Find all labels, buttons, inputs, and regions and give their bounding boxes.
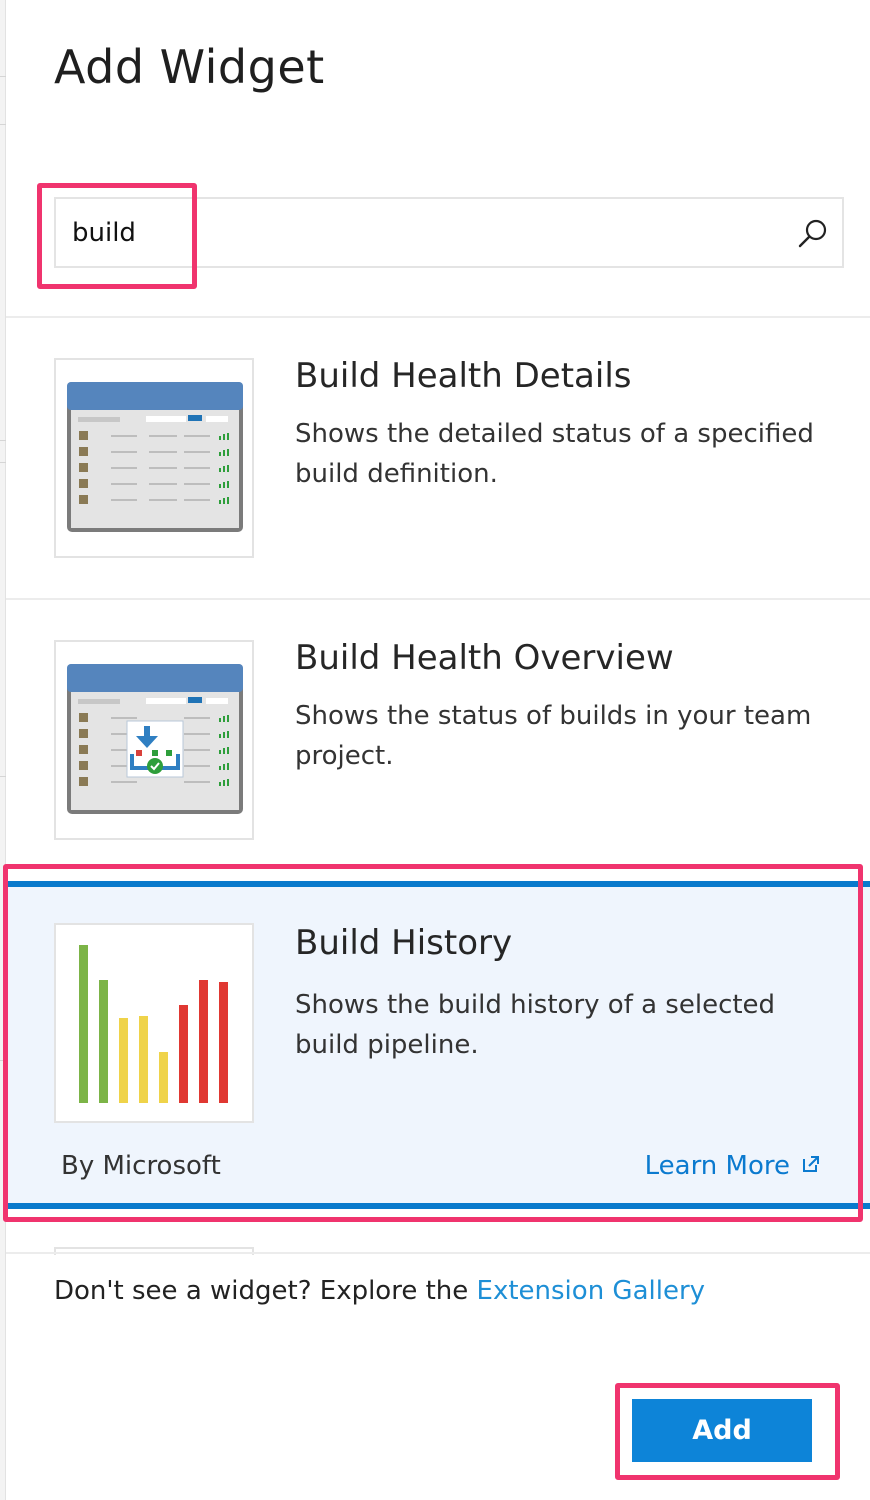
widget-item-build-health-details[interactable]: Build Health Details Shows the detailed … (6, 318, 870, 598)
add-widget-panel: Add Widget build Build Health Details Sh… (3, 0, 870, 1500)
external-link-icon[interactable] (802, 1155, 820, 1173)
widget-description: Shows the build history of a selected bu… (295, 990, 776, 1060)
widget-description: Shows the status of builds in your team … (295, 701, 812, 771)
widget-title: Build Health Overview (295, 638, 674, 678)
publisher-label: By Microsoft (61, 1151, 221, 1181)
widget-description: Shows the detailed status of a specified… (295, 419, 814, 489)
widget-item-build-history[interactable]: Build History Shows the build history of… (6, 881, 870, 1209)
widget-title: Build History (295, 923, 513, 963)
learn-more-label[interactable]: Learn More (645, 1151, 790, 1181)
build-health-overview-thumbnail (54, 640, 254, 840)
search-icon[interactable] (796, 217, 830, 251)
add-button[interactable]: Add (632, 1399, 812, 1462)
search-box[interactable] (54, 197, 844, 268)
prompt-text: Don't see a widget? Explore the (54, 1276, 477, 1306)
divider (6, 1252, 870, 1254)
learn-more-link[interactable]: Learn More (645, 1151, 820, 1181)
extension-gallery-link[interactable]: Extension Gallery (477, 1276, 706, 1306)
extension-gallery-prompt: Don't see a widget? Explore the Extensio… (54, 1276, 705, 1306)
build-health-details-thumbnail (54, 358, 254, 558)
panel-title: Add Widget (54, 40, 325, 94)
search-input[interactable] (72, 213, 772, 253)
widget-title: Build Health Details (295, 356, 632, 396)
widget-item-build-health-overview[interactable]: Build Health Overview Shows the status o… (6, 600, 870, 860)
build-history-thumbnail (54, 923, 254, 1123)
